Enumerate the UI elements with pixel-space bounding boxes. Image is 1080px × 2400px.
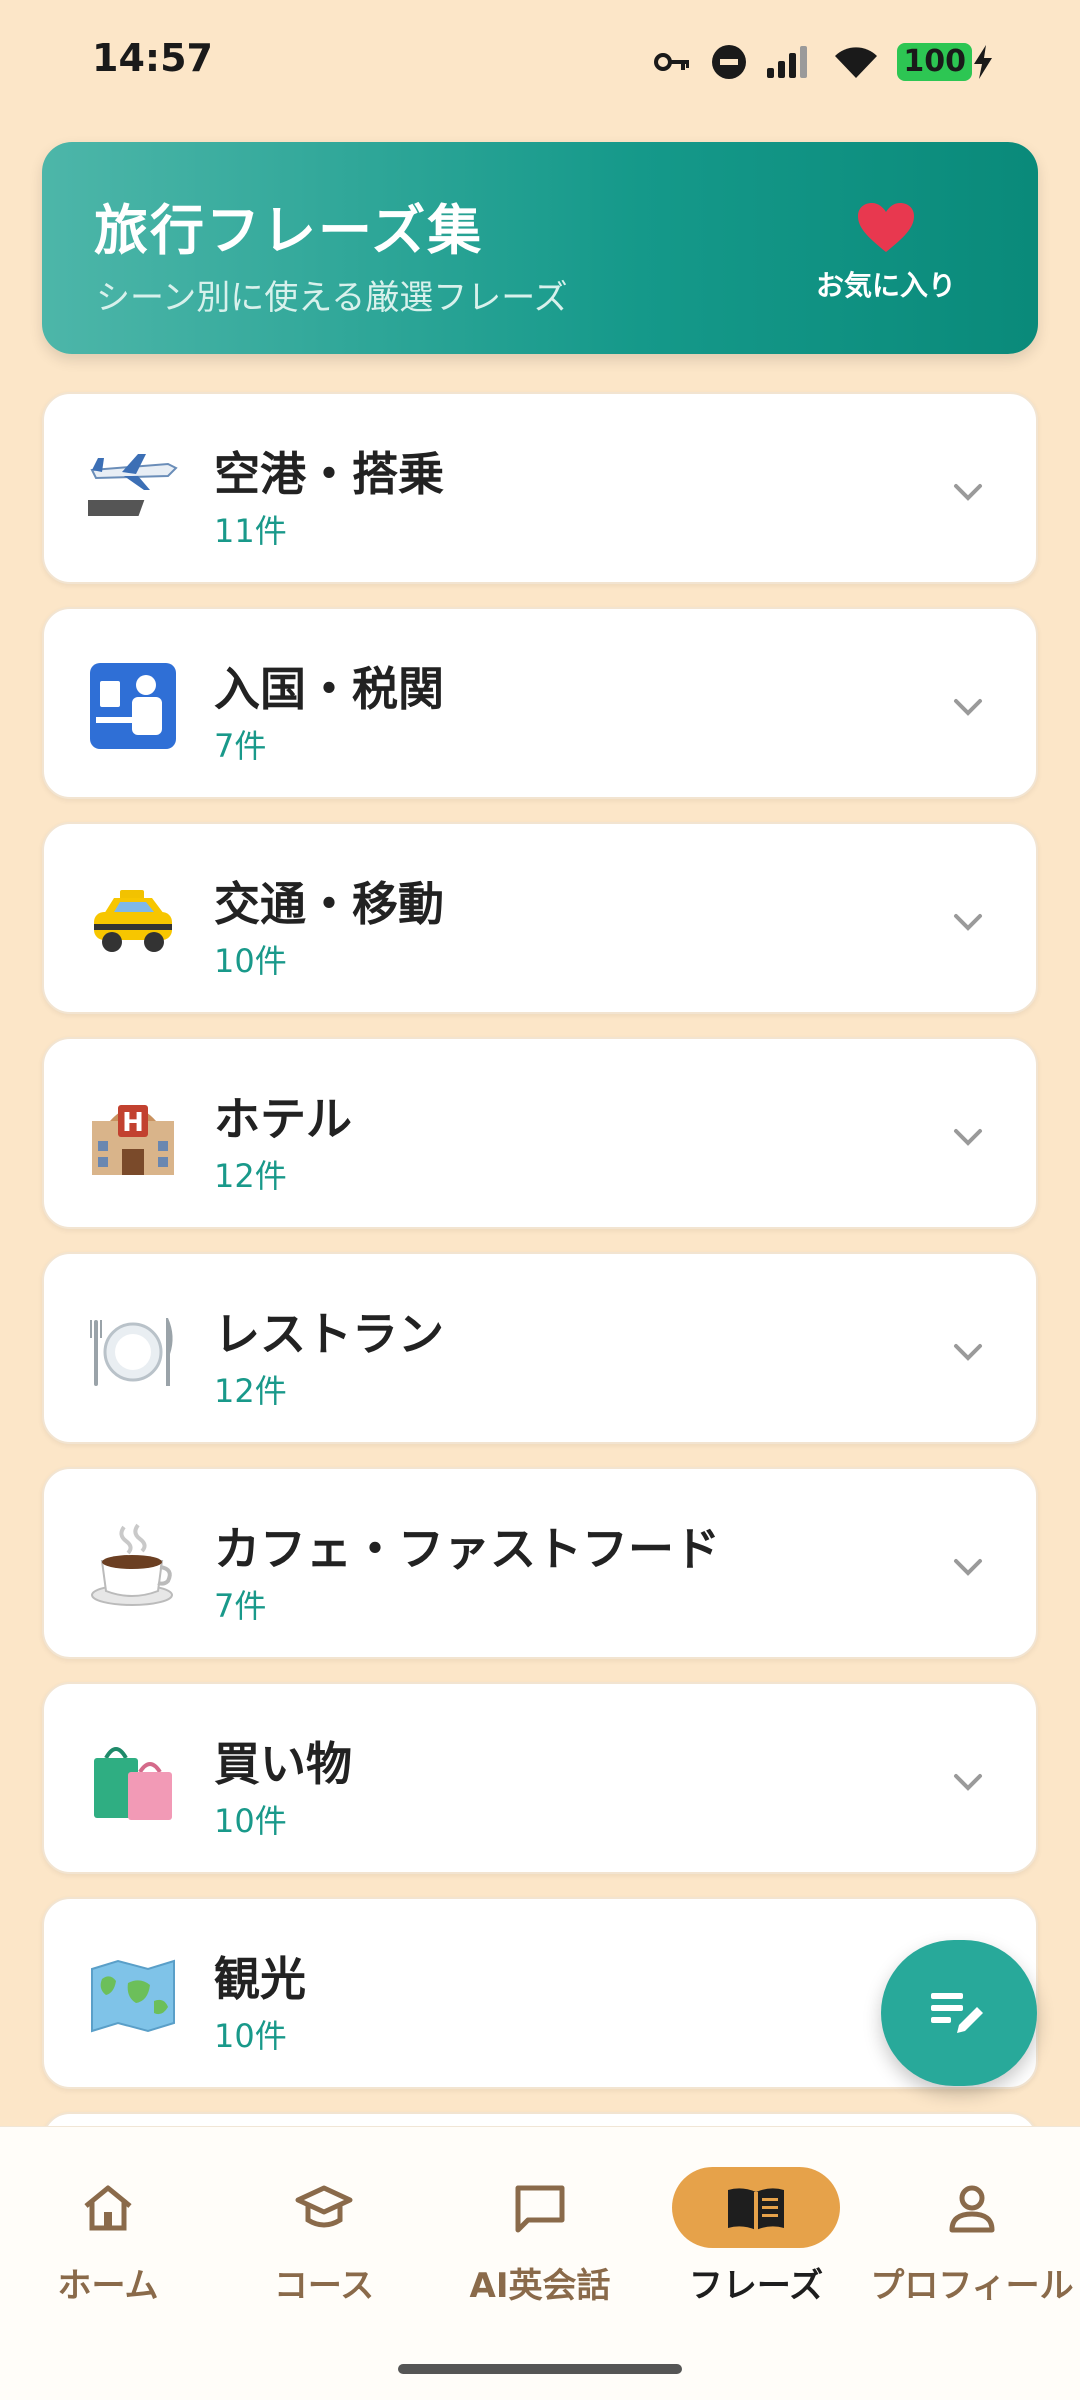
world-map-icon <box>88 1951 178 2041</box>
person-icon <box>949 2185 995 2232</box>
graduation-cap-icon <box>295 2185 353 2227</box>
chat-bubble-icon <box>515 2185 565 2232</box>
category-count: 11件 <box>214 512 287 550</box>
category-count: 7件 <box>214 727 267 765</box>
category-item-shopping[interactable]: 買い物 10件 <box>42 1682 1038 1874</box>
charging-icon <box>974 45 992 79</box>
category-name: 観光 <box>214 1952 306 2006</box>
do-not-disturb-icon <box>712 45 747 79</box>
category-name: 空港・搭乗 <box>214 447 444 501</box>
coffee-icon <box>88 1521 178 1611</box>
home-icon <box>84 2185 132 2230</box>
home-indicator[interactable] <box>398 2364 682 2374</box>
chevron-down-icon[interactable] <box>950 1764 986 1800</box>
airplane-icon <box>88 446 178 536</box>
category-item-hotel[interactable]: H ホテル 12件 <box>42 1037 1038 1229</box>
category-count: 10件 <box>214 2017 287 2055</box>
edit-phrases-fab[interactable] <box>881 1940 1037 2086</box>
category-name: カフェ・ファストフード <box>214 1522 720 1576</box>
battery-level: 100 <box>897 43 972 81</box>
nav-label: プロフィール <box>870 2266 1074 2306</box>
nav-icon-container <box>240 2167 408 2248</box>
svg-text:H: H <box>122 1108 144 1138</box>
category-item-transport[interactable]: 交通・移動 10件 <box>42 822 1038 1014</box>
nav-label: ホーム <box>57 2266 159 2306</box>
category-item-immigration[interactable]: 入国・税関 7件 <box>42 607 1038 799</box>
nav-home[interactable]: ホーム <box>0 2167 216 2307</box>
category-name: レストラン <box>214 1307 444 1361</box>
category-count: 12件 <box>214 1372 287 1410</box>
category-count: 7件 <box>214 1587 267 1625</box>
key-icon <box>654 53 690 71</box>
nav-icon-container <box>24 2167 192 2248</box>
taxi-icon <box>88 876 178 966</box>
category-count: 10件 <box>214 942 287 980</box>
category-item-cafe[interactable]: カフェ・ファストフード 7件 <box>42 1467 1038 1659</box>
nav-profile[interactable]: プロフィール <box>864 2167 1080 2307</box>
chevron-down-icon[interactable] <box>950 689 986 725</box>
category-item-airport[interactable]: 空港・搭乗 11件 <box>42 392 1038 584</box>
nav-icon-container-active <box>672 2167 840 2248</box>
category-name: 交通・移動 <box>214 877 444 931</box>
nav-label-active: フレーズ <box>688 2266 824 2306</box>
status-icons: 100 <box>653 38 994 86</box>
nav-label: AI英会話 <box>469 2266 611 2306</box>
passport-control-icon <box>88 661 178 751</box>
nav-label: コース <box>273 2266 375 2306</box>
chevron-down-icon[interactable] <box>950 1334 986 1370</box>
heart-icon <box>858 203 914 252</box>
page-title: 旅行フレーズ集 <box>94 199 484 262</box>
wifi-icon <box>835 47 878 78</box>
bottom-navigation: ホーム コース AI英会話 フレーズ プロフィール <box>0 2126 1080 2400</box>
shopping-bags-icon <box>88 1736 178 1826</box>
favorites-label: お気に入り <box>815 269 956 302</box>
chevron-down-icon[interactable] <box>950 1549 986 1585</box>
nav-course[interactable]: コース <box>216 2167 432 2307</box>
status-time: 14:57 <box>92 36 213 80</box>
category-item-restaurant[interactable]: レストラン 12件 <box>42 1252 1038 1444</box>
edit-list-icon <box>931 1993 983 2033</box>
category-name: 買い物 <box>214 1737 352 1791</box>
signal-icon <box>767 46 808 78</box>
nav-icon-container <box>888 2167 1056 2248</box>
status-bar: 14:57 100 <box>0 0 1080 120</box>
category-count: 10件 <box>214 1802 287 1840</box>
chevron-down-icon[interactable] <box>950 474 986 510</box>
hotel-icon: H <box>88 1091 178 1181</box>
favorites-button[interactable]: お気に入り <box>786 202 986 312</box>
chevron-down-icon[interactable] <box>950 1119 986 1155</box>
plate-cutlery-icon <box>88 1306 178 1396</box>
nav-phrases[interactable]: フレーズ <box>648 2167 864 2307</box>
header-card: 旅行フレーズ集 シーン別に使える厳選フレーズ お気に入り <box>42 142 1038 354</box>
category-name: ホテル <box>214 1092 352 1146</box>
category-name: 入国・税関 <box>214 662 444 716</box>
category-count: 12件 <box>214 1157 287 1195</box>
page-subtitle: シーン別に使える厳選フレーズ <box>96 278 568 318</box>
battery-indicator: 100 <box>897 43 994 81</box>
chevron-down-icon[interactable] <box>950 904 986 940</box>
book-icon <box>728 2187 784 2230</box>
nav-icon-container <box>456 2167 624 2248</box>
nav-ai-conversation[interactable]: AI英会話 <box>432 2167 648 2307</box>
